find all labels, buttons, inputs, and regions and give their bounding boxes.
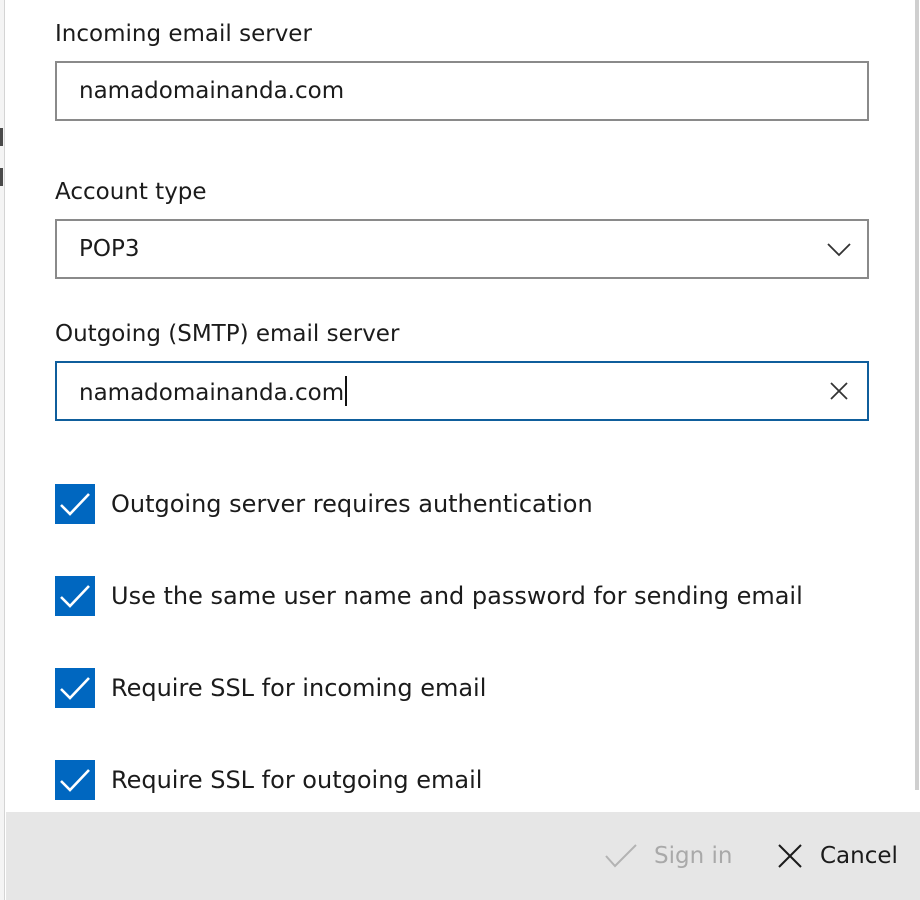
option-label: Outgoing server requires authentication (111, 490, 593, 518)
window-left-edge (0, 0, 5, 900)
outgoing-server-value: namadomainanda.com (79, 380, 345, 406)
cancel-button[interactable]: Cancel (776, 838, 898, 874)
option-label: Require SSL for incoming email (111, 674, 487, 702)
checkmark-icon (605, 844, 637, 868)
sign-in-label: Sign in (654, 843, 733, 869)
close-icon[interactable] (827, 379, 851, 403)
chevron-down-icon[interactable] (827, 237, 851, 261)
checkbox-outgoing-auth[interactable] (55, 484, 95, 524)
account-type-label: Account type (55, 179, 207, 205)
cancel-label: Cancel (820, 843, 898, 869)
option-label: Use the same user name and password for … (111, 582, 803, 610)
checkbox-ssl-incoming[interactable] (55, 668, 95, 708)
checkmark-icon (60, 769, 90, 792)
incoming-server-value: namadomainanda.com (79, 78, 345, 104)
checkbox-same-credentials[interactable] (55, 576, 95, 616)
dialog-footer: Sign in Cancel (6, 812, 920, 900)
edge-mark (0, 168, 3, 186)
incoming-server-label: Incoming email server (55, 21, 312, 47)
text-caret (345, 376, 348, 406)
scrollbar-thumb[interactable] (915, 0, 919, 790)
outgoing-server-label: Outgoing (SMTP) email server (55, 321, 400, 347)
close-icon (778, 844, 802, 868)
outgoing-server-input[interactable]: namadomainanda.com (55, 361, 869, 421)
account-type-value: POP3 (79, 236, 140, 262)
sign-in-button[interactable]: Sign in (604, 838, 732, 874)
outgoing-server-value-wrap: namadomainanda.com (79, 376, 348, 408)
checkmark-icon (60, 677, 90, 700)
option-label: Require SSL for outgoing email (111, 766, 483, 794)
scrollbar[interactable] (914, 0, 920, 810)
checkbox-ssl-outgoing[interactable] (55, 760, 95, 800)
account-type-select[interactable]: POP3 (55, 219, 869, 279)
edge-mark (0, 128, 3, 146)
checkmark-icon (60, 493, 90, 516)
checkmark-icon (60, 585, 90, 608)
incoming-server-input[interactable]: namadomainanda.com (55, 61, 869, 121)
